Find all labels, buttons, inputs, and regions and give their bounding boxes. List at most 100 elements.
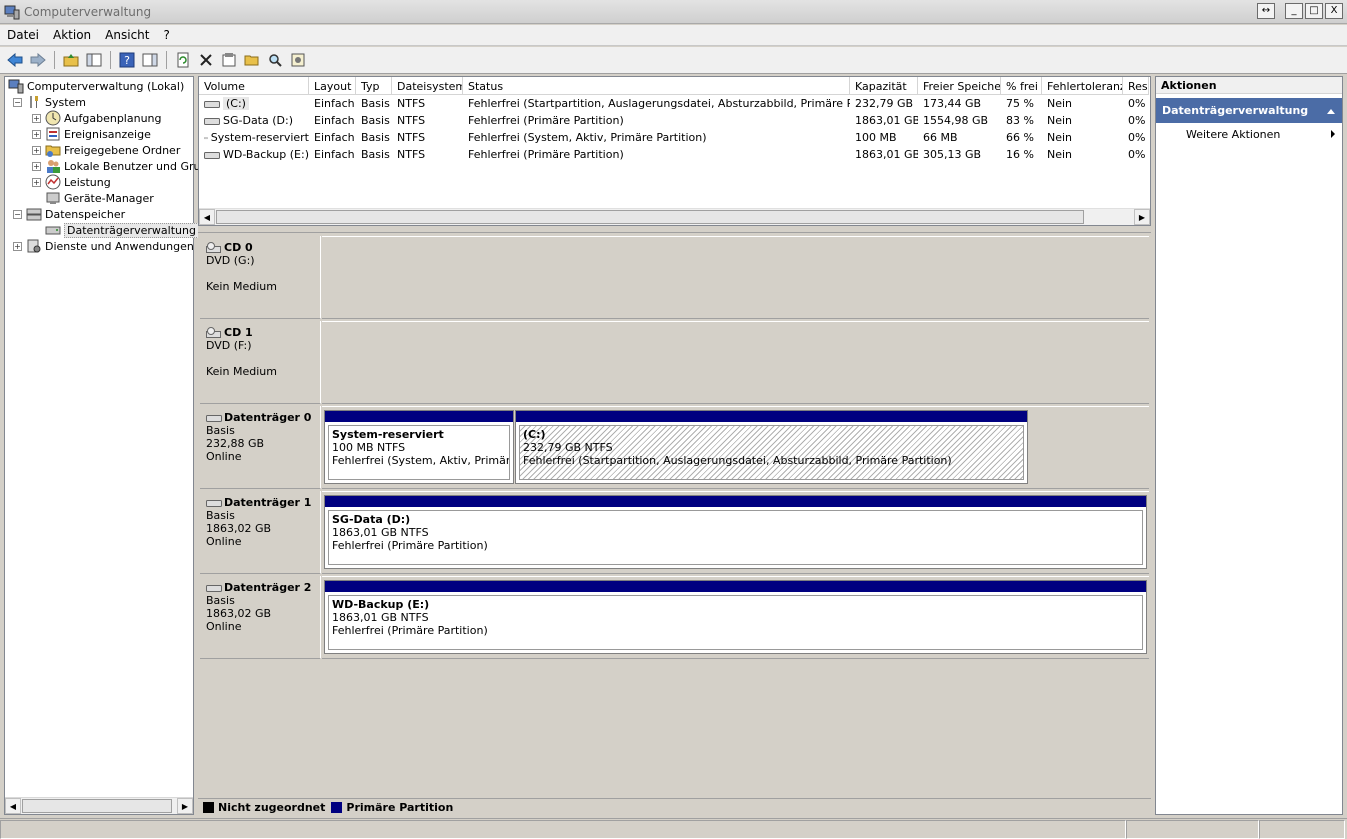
scroll-thumb[interactable] bbox=[216, 210, 1084, 224]
forward-button[interactable] bbox=[28, 50, 48, 70]
disk-row-disk1[interactable]: Datenträger 1 Basis 1863,02 GB Online SG… bbox=[200, 491, 1149, 574]
cell-filesystem: NTFS bbox=[397, 131, 426, 144]
search-button[interactable] bbox=[265, 50, 285, 70]
tree-item-label: Computerverwaltung (Lokal) bbox=[27, 79, 185, 93]
action-more-actions[interactable]: Weitere Aktionen bbox=[1156, 123, 1342, 145]
col-header-status[interactable]: Status bbox=[463, 77, 850, 95]
hard-disk-icon bbox=[206, 414, 222, 422]
table-row[interactable]: System-reserviert Einfach Basis NTFS Feh… bbox=[199, 129, 1149, 146]
disk-row-disk2[interactable]: Datenträger 2 Basis 1863,02 GB Online WD… bbox=[200, 576, 1149, 659]
tree-item-root[interactable]: Computerverwaltung (Lokal) bbox=[8, 78, 184, 94]
partition-type-bar bbox=[325, 581, 1146, 592]
delete-button[interactable] bbox=[196, 50, 216, 70]
disk-row-disk0[interactable]: Datenträger 0 Basis 232,88 GB Online Sys… bbox=[200, 406, 1149, 489]
show-hide-action-pane-button[interactable] bbox=[140, 50, 160, 70]
expand-toggle[interactable]: + bbox=[32, 161, 41, 171]
tree-item-services[interactable]: + Dienste und Anwendungen bbox=[13, 238, 194, 254]
col-header-fault-tolerance[interactable]: Fehlertoleranz bbox=[1042, 77, 1123, 95]
back-button[interactable] bbox=[5, 50, 25, 70]
volume-name: System-reserviert bbox=[210, 131, 309, 144]
partition-c[interactable]: (C:) 232,79 GB NTFS Fehlerfrei (Startpar… bbox=[515, 410, 1028, 484]
partition-info: SG-Data (D:) 1863,01 GB NTFS Fehlerfrei … bbox=[328, 510, 1143, 565]
collapse-toggle[interactable]: − bbox=[13, 209, 22, 219]
help-button[interactable]: ? bbox=[117, 50, 137, 70]
disk-label[interactable]: CD 1 DVD (F:) Kein Medium bbox=[200, 321, 321, 404]
tree-item-device-manager[interactable]: Geräte-Manager bbox=[45, 190, 154, 206]
col-header-overhead[interactable]: Res bbox=[1123, 77, 1149, 95]
close-button[interactable]: X bbox=[1325, 3, 1343, 19]
console-tree-icon bbox=[86, 53, 102, 67]
table-row[interactable]: WD-Backup (E:) Einfach Basis NTFS Fehler… bbox=[199, 146, 1149, 163]
menu-ansicht[interactable]: Ansicht bbox=[98, 28, 156, 42]
disk-row-cd1[interactable]: CD 1 DVD (F:) Kein Medium bbox=[200, 321, 1149, 404]
expand-toggle[interactable]: + bbox=[13, 241, 22, 251]
partition-system-reserved[interactable]: System-reserviert 100 MB NTFS Fehlerfrei… bbox=[324, 410, 514, 484]
partition-info-selected: (C:) 232,79 GB NTFS Fehlerfrei (Startpar… bbox=[519, 425, 1024, 480]
tree-item-task-scheduler[interactable]: + Aufgabenplanung bbox=[32, 110, 162, 126]
actions-header: Aktionen bbox=[1156, 77, 1342, 94]
cell-overhead: 0% bbox=[1128, 131, 1146, 144]
scroll-right-arrow[interactable]: ▶ bbox=[1134, 209, 1150, 225]
main-pane: Volume Layout Typ Dateisystem Status Kap… bbox=[198, 76, 1151, 815]
tree-item-performance[interactable]: + Leistung bbox=[32, 174, 111, 190]
status-cell-main bbox=[0, 820, 1126, 839]
col-header-type[interactable]: Typ bbox=[356, 77, 392, 95]
volume-list: Volume Layout Typ Dateisystem Status Kap… bbox=[198, 76, 1151, 226]
arrow-right-icon bbox=[30, 53, 46, 67]
tree-item-storage[interactable]: − Datenspeicher bbox=[13, 206, 125, 222]
menu-datei[interactable]: Datei bbox=[0, 28, 46, 42]
disk-status: Online bbox=[206, 620, 242, 633]
tree-item-local-users[interactable]: + Lokale Benutzer und Grupp bbox=[32, 158, 214, 174]
actions-section-disk-management[interactable]: Datenträgerverwaltung bbox=[1156, 98, 1342, 123]
partition-type-bar bbox=[325, 411, 513, 422]
status-cell-2 bbox=[1126, 820, 1259, 839]
expand-toggle[interactable]: + bbox=[32, 129, 41, 139]
disk-label[interactable]: Datenträger 1 Basis 1863,02 GB Online bbox=[200, 491, 321, 574]
volume-list-horizontal-scrollbar[interactable]: ◀ ▶ bbox=[199, 208, 1150, 225]
scroll-left-arrow[interactable]: ◀ bbox=[199, 209, 215, 225]
disk-label[interactable]: Datenträger 0 Basis 232,88 GB Online bbox=[200, 406, 321, 489]
expand-toggle[interactable]: + bbox=[32, 177, 41, 187]
scroll-left-arrow[interactable]: ◀ bbox=[5, 798, 21, 814]
show-hide-tree-button[interactable] bbox=[84, 50, 104, 70]
expand-toggle[interactable]: + bbox=[32, 145, 41, 155]
tree-item-system[interactable]: − System bbox=[13, 94, 86, 110]
drive-icon bbox=[204, 136, 208, 139]
col-header-capacity[interactable]: Kapazität bbox=[850, 77, 918, 95]
tree-item-disk-management[interactable]: Datenträgerverwaltung bbox=[45, 222, 199, 238]
refresh-button[interactable] bbox=[173, 50, 193, 70]
partition-e[interactable]: WD-Backup (E:) 1863,01 GB NTFS Fehlerfre… bbox=[324, 580, 1147, 654]
col-header-percent-free[interactable]: % frei bbox=[1001, 77, 1042, 95]
disk-name: CD 0 bbox=[206, 241, 314, 254]
disk-row-cd0[interactable]: CD 0 DVD (G:) Kein Medium bbox=[200, 236, 1149, 319]
minimize-button[interactable]: _ bbox=[1285, 3, 1303, 19]
cell-volume: (C:) bbox=[199, 95, 309, 112]
tree-item-event-viewer[interactable]: + Ereignisanzeige bbox=[32, 126, 151, 142]
col-header-volume[interactable]: Volume bbox=[199, 77, 309, 95]
col-header-free-space[interactable]: Freier Speicher bbox=[918, 77, 1001, 95]
collapse-up-icon[interactable] bbox=[1326, 107, 1336, 115]
scroll-right-arrow[interactable]: ▶ bbox=[177, 798, 193, 814]
open-button[interactable] bbox=[242, 50, 262, 70]
col-header-filesystem[interactable]: Dateisystem bbox=[392, 77, 463, 95]
disk-label[interactable]: Datenträger 2 Basis 1863,02 GB Online bbox=[200, 576, 321, 659]
table-row[interactable]: SG-Data (D:) Einfach Basis NTFS Fehlerfr… bbox=[199, 112, 1149, 129]
up-level-button[interactable] bbox=[61, 50, 81, 70]
cell-overhead: 0% bbox=[1128, 114, 1146, 127]
table-row[interactable]: (C:) Einfach Basis NTFS Fehlerfrei (Star… bbox=[199, 95, 1149, 112]
col-header-layout[interactable]: Layout bbox=[309, 77, 356, 95]
tree-item-shared-folders[interactable]: + Freigegebene Ordner bbox=[32, 142, 180, 158]
maximize-button[interactable]: □ bbox=[1305, 3, 1323, 19]
restore-size-button[interactable]: ↔ bbox=[1257, 3, 1275, 19]
collapse-toggle[interactable]: − bbox=[13, 97, 22, 107]
properties-button[interactable] bbox=[219, 50, 239, 70]
tree-horizontal-scrollbar[interactable]: ◀ ▶ bbox=[5, 797, 193, 814]
partition-d[interactable]: SG-Data (D:) 1863,01 GB NTFS Fehlerfrei … bbox=[324, 495, 1147, 569]
scroll-thumb[interactable] bbox=[22, 799, 172, 813]
pane-splitter[interactable] bbox=[198, 227, 1151, 233]
menu-aktion[interactable]: Aktion bbox=[46, 28, 98, 42]
disk-label[interactable]: CD 0 DVD (G:) Kein Medium bbox=[200, 236, 321, 319]
settings-button[interactable] bbox=[288, 50, 308, 70]
expand-toggle[interactable]: + bbox=[32, 113, 41, 123]
menu-help[interactable]: ? bbox=[156, 28, 176, 42]
